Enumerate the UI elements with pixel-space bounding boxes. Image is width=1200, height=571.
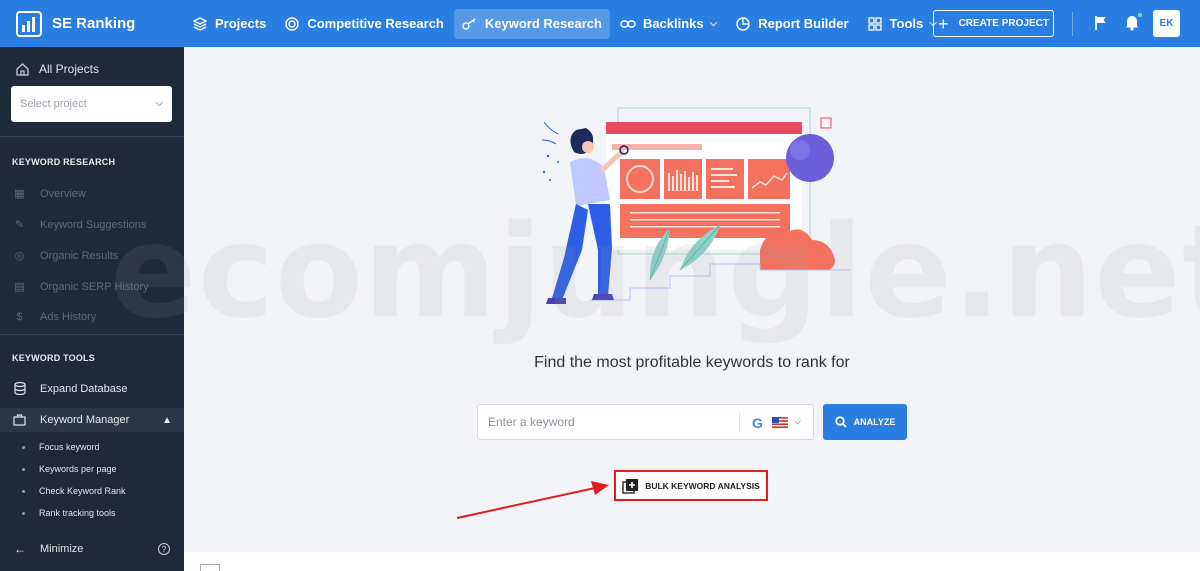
nav-competitive-label: Competitive Research — [307, 16, 444, 31]
expand-db-label: Expand Database — [40, 382, 128, 395]
notification-dot — [1137, 12, 1143, 18]
sidebar-item-ads-history[interactable]: $ Ads History — [12, 311, 96, 323]
search-divider — [739, 412, 740, 432]
rank-tools-label: Rank tracking tools — [39, 508, 116, 518]
section-keyword-research: KEYWORD RESEARCH — [12, 157, 116, 167]
main-nav: Projects Competitive Research Keyword Re… — [184, 0, 947, 47]
search-icon — [834, 416, 847, 428]
keyword-input[interactable] — [478, 405, 738, 439]
select-project-dropdown[interactable]: Select project ⌵ — [11, 86, 172, 122]
nav-backlinks[interactable]: Backlinks ⌵ — [612, 9, 725, 39]
table-corner — [200, 564, 220, 571]
sidebar-all-projects[interactable]: All Projects — [16, 62, 99, 76]
key-icon — [462, 16, 478, 32]
nav-keyword-label: Keyword Research — [484, 16, 602, 31]
organic-results-label: Organic Results — [40, 249, 119, 262]
page-headline: Find the most profitable keywords to ran… — [534, 354, 850, 371]
bulk-keyword-analysis-button[interactable]: BULK KEYWORD ANALYSIS — [614, 470, 768, 501]
focus-keyword-label: Focus keyword — [39, 442, 100, 452]
database-icon — [12, 382, 27, 395]
bulk-label: BULK KEYWORD ANALYSIS — [645, 480, 760, 491]
bullet-icon — [22, 467, 25, 471]
keyword-search-box: G ⌵ — [477, 404, 814, 440]
brand-name: SE Ranking — [52, 15, 136, 32]
nav-backlinks-label: Backlinks — [642, 16, 704, 31]
sidebar-item-expand-database[interactable]: Expand Database — [12, 382, 127, 395]
sidebar-item-overview[interactable]: ▦ Overview — [12, 187, 86, 201]
add-copy-icon — [622, 478, 639, 494]
chevron-down-icon: ⌵ — [709, 18, 718, 29]
briefcase-icon — [12, 414, 27, 426]
create-project-button[interactable]: + CREATE PROJECT — [933, 10, 1054, 37]
annotation-arrow — [456, 481, 609, 519]
chevron-down-icon[interactable]: ⌵ — [794, 416, 801, 427]
top-navigation-bar: SE Ranking Projects Competitive Research… — [0, 0, 1200, 47]
logo-icon — [16, 10, 42, 37]
help-icon[interactable]: ? — [158, 543, 170, 555]
bullet-icon — [22, 445, 25, 449]
nav-projects-label: Projects — [215, 16, 267, 31]
sidebar-item-keyword-manager[interactable]: Keyword Manager ▲ — [0, 408, 184, 432]
select-project-placeholder: Select project — [20, 98, 87, 110]
all-projects-label: All Projects — [39, 62, 100, 76]
watermark-text: ecomjungle.net — [110, 198, 1200, 347]
sidebar-subitem-check-keyword-rank[interactable]: Check Keyword Rank — [22, 486, 126, 496]
link-icon — [620, 16, 636, 32]
plus-icon: + — [938, 13, 949, 34]
create-project-label: CREATE PROJECT — [958, 18, 1049, 29]
overview-label: Overview — [40, 187, 86, 200]
minimize-label: Minimize — [40, 543, 84, 555]
nav-competitive-research[interactable]: Competitive Research — [276, 9, 452, 39]
nav-tools[interactable]: Tools ⌵ — [859, 9, 945, 39]
pie-chart-icon — [735, 16, 751, 32]
target-icon — [284, 16, 300, 32]
sidebar-divider — [0, 136, 184, 137]
sidebar-subitem-keywords-per-page[interactable]: Keywords per page — [22, 464, 117, 474]
header-divider — [1072, 12, 1073, 36]
grid-icon: ▦ — [14, 188, 25, 200]
nav-tools-label: Tools — [889, 16, 924, 31]
us-flag-icon[interactable] — [772, 417, 788, 428]
sidebar-item-organic-results[interactable]: ◎ Organic Results — [12, 249, 119, 263]
archive-icon: ▤ — [14, 281, 25, 293]
brand-logo[interactable]: SE Ranking — [0, 10, 184, 37]
bullet-icon — [22, 489, 25, 493]
nav-keyword-research[interactable]: Keyword Research — [453, 8, 610, 39]
nav-projects[interactable]: Projects — [184, 9, 274, 39]
pencil-icon: ✎ — [14, 219, 25, 231]
keyword-manager-label: Keyword Manager — [40, 414, 130, 426]
layers-icon — [192, 16, 208, 32]
sidebar-subitem-focus-keyword[interactable]: Focus keyword — [22, 442, 100, 452]
home-icon — [16, 62, 29, 76]
google-icon[interactable]: G — [752, 415, 763, 431]
analyze-button[interactable]: ANALYZE — [823, 404, 907, 440]
dollar-icon: $ — [16, 311, 23, 323]
grid-icon — [867, 16, 883, 32]
ads-history-label: Ads History — [40, 311, 97, 323]
check-rank-label: Check Keyword Rank — [39, 486, 126, 496]
nav-report-label: Report Builder — [758, 16, 849, 31]
bottom-strip — [184, 552, 1200, 571]
nav-report-builder[interactable]: Report Builder — [727, 9, 856, 39]
arrow-left-icon: ← — [14, 542, 26, 556]
sidebar-subitem-rank-tracking-tools[interactable]: Rank tracking tools — [22, 508, 116, 518]
flag-icon[interactable] — [1094, 15, 1108, 31]
target-icon: ◎ — [14, 250, 25, 262]
analyze-label: ANALYZE — [853, 417, 896, 427]
keywords-per-page-label: Keywords per page — [39, 464, 117, 474]
bullet-icon — [22, 511, 25, 515]
chevron-up-icon: ▲ — [162, 414, 172, 426]
sidebar-minimize[interactable]: ← Minimize ? — [14, 542, 170, 556]
section-keyword-tools: KEYWORD TOOLS — [12, 353, 95, 363]
user-avatar[interactable]: EK — [1153, 10, 1180, 37]
chevron-down-icon: ⌵ — [155, 98, 163, 109]
